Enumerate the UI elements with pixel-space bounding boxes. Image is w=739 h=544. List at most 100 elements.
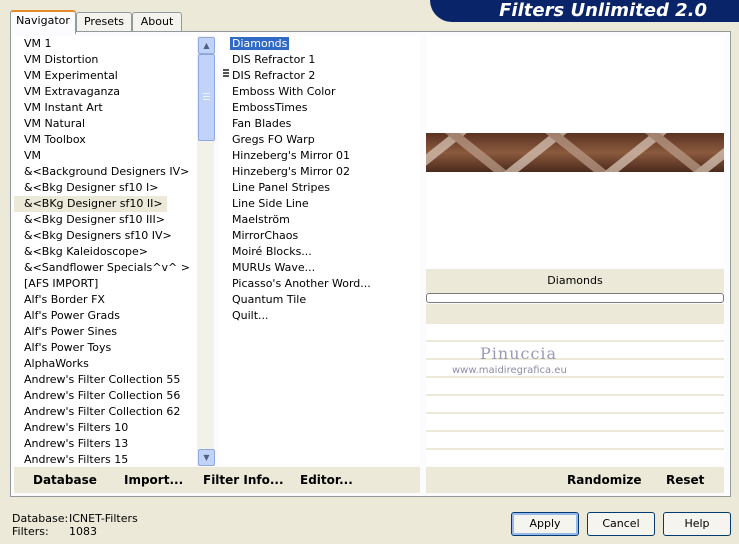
param-row[interactable] xyxy=(426,396,724,412)
database-label: Database: xyxy=(12,512,69,525)
category-item[interactable]: VM Toolbox xyxy=(14,132,198,148)
category-item[interactable]: Andrew's Filter Collection 55 xyxy=(14,372,198,388)
filter-item-label: Gregs FO Warp xyxy=(232,133,315,146)
apply-button[interactable]: Apply xyxy=(511,512,579,536)
category-item[interactable]: &<Bkg Designer sf10 I> xyxy=(14,180,198,196)
filter-item[interactable]: Gregs FO Warp xyxy=(219,132,420,148)
category-item[interactable]: Andrew's Filter Collection 56 xyxy=(14,388,198,404)
cancel-button[interactable]: Cancel xyxy=(587,512,655,536)
category-item[interactable]: Alf's Power Sines xyxy=(14,324,198,340)
category-item[interactable]: VM 1 xyxy=(14,36,198,52)
filter-item[interactable]: Emboss With Color xyxy=(219,84,420,100)
help-button[interactable]: Help xyxy=(663,512,731,536)
right-action-bar: Randomize Reset xyxy=(426,467,724,493)
param-row[interactable] xyxy=(426,378,724,394)
database-button[interactable]: Database xyxy=(33,473,97,487)
scroll-up-arrow-icon[interactable]: ▲ xyxy=(198,37,215,54)
param-row[interactable] xyxy=(426,324,724,340)
filter-item[interactable]: DIS Refractor 1 xyxy=(219,52,420,68)
category-item[interactable]: &<Bkg Kaleidoscope> xyxy=(14,244,198,260)
category-item[interactable]: &<Bkg Designer sf10 III> xyxy=(14,212,198,228)
editor-button[interactable]: Editor... xyxy=(300,473,353,487)
filter-item-label: Quantum Tile xyxy=(232,293,307,306)
category-item[interactable]: VM xyxy=(14,148,198,164)
preview-area xyxy=(426,36,724,267)
scroll-down-arrow-icon[interactable]: ▼ xyxy=(198,449,215,466)
filter-item-label: MirrorChaos xyxy=(232,229,299,242)
filter-item[interactable]: Fan Blades xyxy=(219,116,420,132)
database-value: ICNET-Filters xyxy=(69,512,138,525)
filter-item-label: Picasso's Another Word... xyxy=(232,277,371,290)
filter-item-label: Line Panel Stripes xyxy=(232,181,330,194)
param-row[interactable] xyxy=(426,450,724,466)
filter-item[interactable]: Hinzeberg's Mirror 02 xyxy=(219,164,420,180)
category-item[interactable]: Andrew's Filter Collection 62 xyxy=(14,404,198,420)
filter-item-label: EmbossTimes xyxy=(232,101,308,114)
filters-count-value: 1083 xyxy=(69,525,97,538)
filter-item[interactable]: Line Side Line xyxy=(219,196,420,212)
category-item[interactable]: VM Distortion xyxy=(14,52,198,68)
filter-item[interactable]: EmbossTimes xyxy=(219,100,420,116)
category-item[interactable]: Andrew's Filters 15 xyxy=(14,452,198,466)
parameter-area xyxy=(426,304,724,466)
param-row[interactable] xyxy=(426,414,724,430)
filter-info-button[interactable]: Filter Info... xyxy=(203,473,284,487)
title-banner: Filters Unlimited 2.0 xyxy=(430,0,739,22)
filter-item[interactable]: Diamonds xyxy=(219,36,420,52)
splitter-grip-icon[interactable] xyxy=(223,69,229,78)
tab-presets[interactable]: Presets xyxy=(76,12,132,31)
category-item[interactable]: Alf's Power Grads xyxy=(14,308,198,324)
filter-item-label: Fan Blades xyxy=(232,117,292,130)
import-button[interactable]: Import... xyxy=(124,473,183,487)
category-list[interactable]: VM 1 VM Distortion VM Experimental VM Extra… xyxy=(14,36,198,466)
filter-item-label: Diamonds xyxy=(230,37,290,50)
filter-item[interactable]: MirrorChaos xyxy=(219,228,420,244)
filter-item-label: Moiré Blocks... xyxy=(232,245,312,258)
filter-item[interactable]: Quantum Tile xyxy=(219,292,420,308)
category-scrollbar[interactable]: ▲ ▼ xyxy=(197,36,215,466)
filter-item[interactable]: DIS Refractor 2 xyxy=(219,68,420,84)
filter-item-label: MURUs Wave... xyxy=(232,261,316,274)
filter-item-label: Line Side Line xyxy=(232,197,309,210)
filter-item[interactable]: MURUs Wave... xyxy=(219,260,420,276)
category-item[interactable]: &<Background Designers IV> xyxy=(14,164,198,180)
category-item[interactable]: AlphaWorks xyxy=(14,356,198,372)
filter-item[interactable]: Moiré Blocks... xyxy=(219,244,420,260)
category-item[interactable]: [AFS IMPORT] xyxy=(14,276,198,292)
category-item[interactable]: VM Experimental xyxy=(14,68,198,84)
filters-count-label: Filters: xyxy=(12,525,49,538)
category-item[interactable]: Alf's Border FX xyxy=(14,292,198,308)
filter-item[interactable]: Line Panel Stripes xyxy=(219,180,420,196)
reset-button[interactable]: Reset xyxy=(666,473,704,487)
filter-list[interactable]: Diamonds DIS Refractor 1 DIS Refractor 2 Em… xyxy=(219,36,420,466)
filter-item-label: Emboss With Color xyxy=(232,85,336,98)
tab-about[interactable]: About xyxy=(132,12,182,31)
filter-item-label: Maelström xyxy=(232,213,290,226)
watermark-name: Pinuccia xyxy=(480,344,558,363)
tab-navigator[interactable]: Navigator xyxy=(10,10,76,34)
randomize-button[interactable]: Randomize xyxy=(567,473,641,487)
category-item[interactable]: VM Instant Art xyxy=(14,100,198,116)
scroll-thumb[interactable] xyxy=(198,54,215,141)
category-item[interactable]: Andrew's Filters 13 xyxy=(14,436,198,452)
category-item[interactable]: &<BKg Designer sf10 II> xyxy=(14,196,167,212)
left-action-bar: Database Import... Filter Info... Editor… xyxy=(14,467,420,493)
filter-item-label: DIS Refractor 1 xyxy=(232,53,316,66)
category-item[interactable]: Alf's Power Toys xyxy=(14,340,198,356)
selected-filter-name: Diamonds xyxy=(426,269,724,293)
status-info: Database:ICNET-Filters Filters: 1083 xyxy=(12,512,138,538)
filter-item-label: Quilt... xyxy=(232,309,269,322)
filter-item-label: Hinzeberg's Mirror 02 xyxy=(232,165,351,178)
category-item[interactable]: VM Extravaganza xyxy=(14,84,198,100)
category-item[interactable]: &<Bkg Designers sf10 IV> xyxy=(14,228,198,244)
param-row[interactable] xyxy=(426,432,724,448)
category-item[interactable]: Andrew's Filters 10 xyxy=(14,420,198,436)
param-row[interactable] xyxy=(426,342,724,358)
progress-bar xyxy=(426,293,724,303)
category-item[interactable]: &<Sandflower Specials^v^ > xyxy=(14,260,198,276)
filter-item[interactable]: Quilt... xyxy=(219,308,420,324)
filter-item[interactable]: Maelström xyxy=(219,212,420,228)
filter-item[interactable]: Hinzeberg's Mirror 01 xyxy=(219,148,420,164)
filter-item[interactable]: Picasso's Another Word... xyxy=(219,276,420,292)
category-item[interactable]: VM Natural xyxy=(14,116,198,132)
